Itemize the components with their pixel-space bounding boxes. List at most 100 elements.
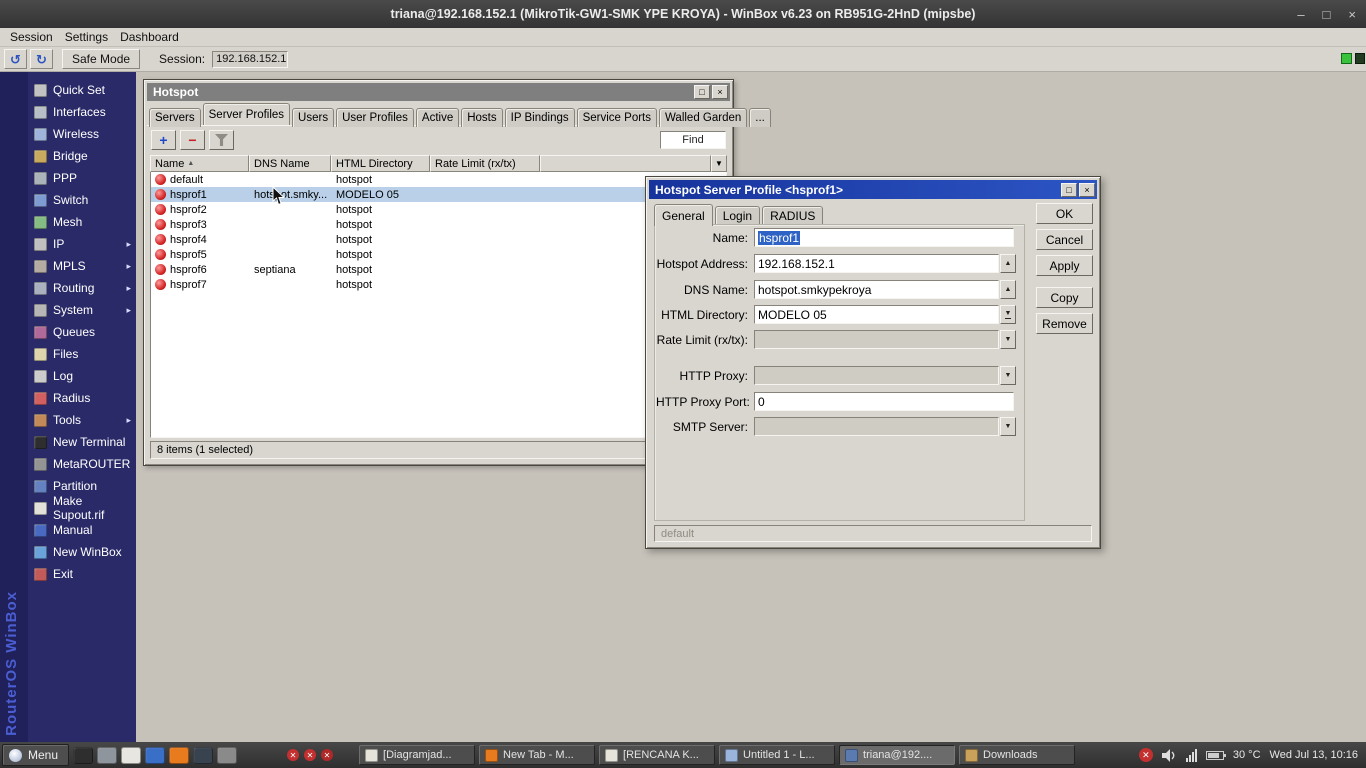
safe-mode-button[interactable]: Safe Mode <box>62 49 141 69</box>
app-titlebar[interactable]: triana@192.168.152.1 (MikroTik-GW1-SMK Y… <box>0 0 1366 28</box>
sidebar-item-log[interactable]: Log <box>28 365 136 387</box>
maximize-icon[interactable]: □ <box>694 85 710 99</box>
sidebar-item-tools[interactable]: Tools ▸ <box>28 409 136 431</box>
collapse-field-button[interactable]: ▲ <box>1000 280 1016 299</box>
sidebar-item-bridge[interactable]: Bridge <box>28 145 136 167</box>
sidebar-item-wireless[interactable]: Wireless <box>28 123 136 145</box>
terminal-launcher-icon[interactable] <box>73 746 94 764</box>
dropdown-button[interactable]: ▼ <box>1000 366 1016 385</box>
taskbar-window-firefox[interactable]: New Tab - M... <box>479 745 596 765</box>
tab-ip-bindings[interactable]: IP Bindings <box>504 108 575 127</box>
column-header-rate-limit[interactable]: Rate Limit (rx/tx) <box>430 155 540 172</box>
dropdown-button[interactable]: ▼ <box>1000 330 1016 349</box>
sidebar-item-quick-set[interactable]: Quick Set <box>28 79 136 101</box>
column-menu-button[interactable]: ▼ <box>711 155 727 172</box>
taskbar-window-winbox[interactable]: triana@192.... <box>839 745 956 765</box>
filter-button[interactable] <box>209 130 234 150</box>
sidebar-item-manual[interactable]: Manual <box>28 519 136 541</box>
collapse-field-button[interactable]: ▲ <box>1000 254 1016 273</box>
session-input[interactable]: 192.168.152.1 <box>212 50 289 68</box>
name-input[interactable]: hsprof1 <box>754 228 1014 247</box>
redo-button[interactable]: ↻ <box>30 49 53 69</box>
table-row-selected[interactable]: hsprof1 hotspot.smky... MODELO 05 <box>151 187 726 202</box>
table-row[interactable]: hsprof4 hotspot <box>151 232 726 247</box>
taskbar-window-downloads[interactable]: Downloads <box>959 745 1076 765</box>
remove-button[interactable]: − <box>180 130 205 150</box>
sidebar-item-new-terminal[interactable]: New Terminal <box>28 431 136 453</box>
tab-servers[interactable]: Servers <box>149 108 201 127</box>
tab-active[interactable]: Active <box>415 108 460 127</box>
sidebar-item-switch[interactable]: Switch <box>28 189 136 211</box>
taskbar-window-rencana[interactable]: [RENCANA K... <box>599 745 716 765</box>
copy-button[interactable]: Copy <box>1036 287 1093 308</box>
hotspot-address-input[interactable]: 192.168.152.1 <box>754 254 999 273</box>
sidebar-item-routing[interactable]: Routing ▸ <box>28 277 136 299</box>
maximize-icon[interactable]: □ <box>1323 7 1331 22</box>
apply-button[interactable]: Apply <box>1036 255 1093 276</box>
dialog-titlebar[interactable]: Hotspot Server Profile <hsprof1> □ × <box>649 180 1097 199</box>
sidebar-item-make-supout[interactable]: Make Supout.rif <box>28 494 136 522</box>
sidebar-item-ip[interactable]: IP ▸ <box>28 233 136 255</box>
table-row[interactable]: hsprof2 hotspot <box>151 202 726 217</box>
volume-icon[interactable] <box>1161 748 1177 762</box>
filemanager-launcher-icon[interactable] <box>97 746 118 764</box>
browse-directory-button[interactable]: ▼ <box>1000 305 1016 324</box>
status-badge-2[interactable]: ✕ <box>304 749 317 761</box>
editor-launcher-icon[interactable] <box>121 746 142 764</box>
sidebar-item-mesh[interactable]: Mesh <box>28 211 136 233</box>
status-badge-1[interactable]: ✕ <box>287 749 300 761</box>
sidebar-item-exit[interactable]: Exit <box>28 563 136 585</box>
sidebar-item-mpls[interactable]: MPLS ▸ <box>28 255 136 277</box>
table-row[interactable]: hsprof7 hotspot <box>151 277 726 292</box>
minimize-icon[interactable]: – <box>1297 7 1304 22</box>
rate-limit-input[interactable] <box>754 330 999 349</box>
maximize-icon[interactable]: □ <box>1061 182 1077 197</box>
cancel-button[interactable]: Cancel <box>1036 229 1093 250</box>
menu-settings[interactable]: Settings <box>61 29 116 45</box>
find-button[interactable]: Find <box>660 131 726 149</box>
close-icon[interactable]: × <box>712 85 728 99</box>
http-proxy-input[interactable] <box>754 366 999 385</box>
globe-launcher-icon[interactable] <box>193 746 214 764</box>
column-header-html-directory[interactable]: HTML Directory <box>331 155 430 172</box>
dns-name-input[interactable]: hotspot.smkypekroya <box>754 280 999 299</box>
tab-server-profiles[interactable]: Server Profiles <box>202 103 291 125</box>
dropdown-button[interactable]: ▼ <box>1000 417 1016 436</box>
taskbar-window-diagram[interactable]: [Diagramjad... <box>359 745 476 765</box>
column-header-dns[interactable]: DNS Name <box>249 155 331 172</box>
hotspot-window-titlebar[interactable]: Hotspot □ × <box>147 83 730 101</box>
sidebar-item-interfaces[interactable]: Interfaces <box>28 101 136 123</box>
sidebar-item-ppp[interactable]: PPP <box>28 167 136 189</box>
smtp-server-input[interactable] <box>754 417 999 436</box>
close-icon[interactable]: × <box>1348 7 1356 22</box>
tab-overflow[interactable]: ... <box>749 108 771 127</box>
sidebar-item-queues[interactable]: Queues <box>28 321 136 343</box>
applications-menu-button[interactable]: Menu <box>2 744 70 766</box>
remove-button[interactable]: Remove <box>1036 313 1093 334</box>
tab-user-profiles[interactable]: User Profiles <box>336 108 414 127</box>
tab-service-ports[interactable]: Service Ports <box>576 108 657 127</box>
ok-button[interactable]: OK <box>1036 203 1093 224</box>
notification-icon[interactable]: ✕ <box>1138 748 1153 762</box>
table-row[interactable]: hsprof6 septiana hotspot <box>151 262 726 277</box>
menu-dashboard[interactable]: Dashboard <box>116 29 187 45</box>
tab-users[interactable]: Users <box>292 108 335 127</box>
sidebar-item-system[interactable]: System ▸ <box>28 299 136 321</box>
sidebar-item-files[interactable]: Files <box>28 343 136 365</box>
battery-icon[interactable] <box>1205 750 1226 760</box>
sidebar-item-radius[interactable]: Radius <box>28 387 136 409</box>
tab-walled-garden[interactable]: Walled Garden <box>659 108 748 127</box>
table-row[interactable]: hsprof5 hotspot <box>151 247 726 262</box>
table-row[interactable]: default hotspot <box>151 172 726 187</box>
table-row[interactable]: hsprof3 hotspot <box>151 217 726 232</box>
menu-session[interactable]: Session <box>6 29 61 45</box>
tab-radius[interactable]: RADIUS <box>762 206 824 225</box>
media-launcher-icon[interactable] <box>217 746 238 764</box>
tab-login[interactable]: Login <box>714 206 761 225</box>
column-header-name[interactable]: Name ▲ <box>150 155 249 172</box>
browser-launcher-icon[interactable] <box>145 746 166 764</box>
undo-button[interactable]: ↺ <box>4 49 27 69</box>
signal-strength-icon[interactable] <box>1185 748 1197 762</box>
add-button[interactable]: + <box>151 130 176 150</box>
taskbar-window-untitled[interactable]: Untitled 1 - L... <box>719 745 836 765</box>
